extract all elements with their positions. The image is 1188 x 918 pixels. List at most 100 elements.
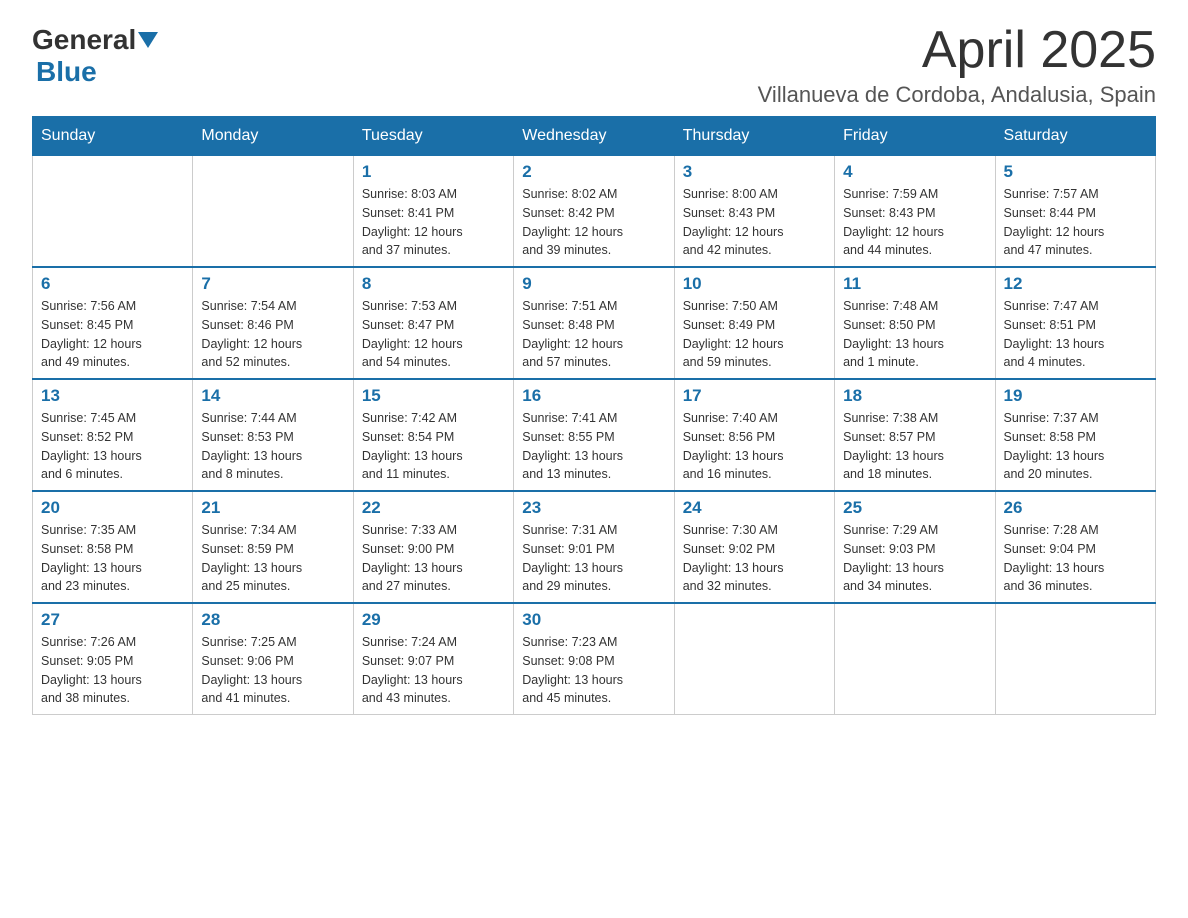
day-number: 10 [683, 274, 826, 294]
table-row: 15 Sunrise: 7:42 AM Sunset: 8:54 PM Dayli… [353, 379, 513, 491]
table-row: 14 Sunrise: 7:44 AM Sunset: 8:53 PM Dayli… [193, 379, 353, 491]
calendar-week-row: 20 Sunrise: 7:35 AM Sunset: 8:58 PM Dayli… [33, 491, 1156, 603]
table-row [674, 603, 834, 715]
day-number: 20 [41, 498, 184, 518]
page-container: General Blue April 2025 Villanueva de Co… [32, 24, 1156, 715]
day-info: Sunrise: 7:31 AM Sunset: 9:01 PM Dayligh… [522, 521, 665, 596]
day-info: Sunrise: 7:45 AM Sunset: 8:52 PM Dayligh… [41, 409, 184, 484]
table-row [995, 603, 1155, 715]
table-row: 5 Sunrise: 7:57 AM Sunset: 8:44 PM Daylig… [995, 156, 1155, 268]
calendar-week-row: 1 Sunrise: 8:03 AM Sunset: 8:41 PM Daylig… [33, 156, 1156, 268]
logo-general: General [32, 24, 136, 56]
calendar-week-row: 27Sunrise: 7:26 AM Sunset: 9:05 PM Dayli… [33, 603, 1156, 715]
table-row: 11 Sunrise: 7:48 AM Sunset: 8:50 PM Dayli… [835, 267, 995, 379]
day-number: 24 [683, 498, 826, 518]
table-row: 3 Sunrise: 8:00 AM Sunset: 8:43 PM Daylig… [674, 156, 834, 268]
calendar-header-row: Sunday Monday Tuesday Wednesday Thursday… [33, 117, 1156, 156]
table-row [193, 156, 353, 268]
day-info: Sunrise: 7:35 AM Sunset: 8:58 PM Dayligh… [41, 521, 184, 596]
table-row: 30 Sunrise: 7:23 AM Sunset: 9:08 PM Dayli… [514, 603, 674, 715]
day-number: 8 [362, 274, 505, 294]
table-row: 19 Sunrise: 7:37 AM Sunset: 8:58 PM Dayli… [995, 379, 1155, 491]
day-number: 7 [201, 274, 344, 294]
logo: General Blue [32, 24, 160, 88]
day-number: 29 [362, 610, 505, 630]
location-title: Villanueva de Cordoba, Andalusia, Spain [758, 82, 1156, 108]
table-row: 27Sunrise: 7:26 AM Sunset: 9:05 PM Dayli… [33, 603, 193, 715]
day-number: 13 [41, 386, 184, 406]
day-info: Sunrise: 7:59 AM Sunset: 8:43 PM Dayligh… [843, 185, 986, 260]
col-sunday: Sunday [33, 117, 193, 156]
table-row: 10Sunrise: 7:50 AM Sunset: 8:49 PM Dayli… [674, 267, 834, 379]
day-info: Sunrise: 7:28 AM Sunset: 9:04 PM Dayligh… [1004, 521, 1147, 596]
day-info: Sunrise: 7:38 AM Sunset: 8:57 PM Dayligh… [843, 409, 986, 484]
table-row: 25 Sunrise: 7:29 AM Sunset: 9:03 PM Dayli… [835, 491, 995, 603]
day-info: Sunrise: 7:37 AM Sunset: 8:58 PM Dayligh… [1004, 409, 1147, 484]
day-info: Sunrise: 7:51 AM Sunset: 8:48 PM Dayligh… [522, 297, 665, 372]
day-number: 22 [362, 498, 505, 518]
day-number: 5 [1004, 162, 1147, 182]
table-row: 8 Sunrise: 7:53 AM Sunset: 8:47 PM Daylig… [353, 267, 513, 379]
day-info: Sunrise: 7:29 AM Sunset: 9:03 PM Dayligh… [843, 521, 986, 596]
day-info: Sunrise: 7:44 AM Sunset: 8:53 PM Dayligh… [201, 409, 344, 484]
table-row: 6 Sunrise: 7:56 AM Sunset: 8:45 PM Daylig… [33, 267, 193, 379]
table-row: 29Sunrise: 7:24 AM Sunset: 9:07 PM Dayli… [353, 603, 513, 715]
table-row: 22 Sunrise: 7:33 AM Sunset: 9:00 PM Dayli… [353, 491, 513, 603]
calendar-week-row: 6 Sunrise: 7:56 AM Sunset: 8:45 PM Daylig… [33, 267, 1156, 379]
day-info: Sunrise: 7:26 AM Sunset: 9:05 PM Dayligh… [41, 633, 184, 708]
table-row: 12 Sunrise: 7:47 AM Sunset: 8:51 PM Dayli… [995, 267, 1155, 379]
table-row [835, 603, 995, 715]
day-info: Sunrise: 7:42 AM Sunset: 8:54 PM Dayligh… [362, 409, 505, 484]
day-info: Sunrise: 7:48 AM Sunset: 8:50 PM Dayligh… [843, 297, 986, 372]
day-info: Sunrise: 7:56 AM Sunset: 8:45 PM Dayligh… [41, 297, 184, 372]
col-thursday: Thursday [674, 117, 834, 156]
logo-arrow-icon [138, 32, 158, 48]
day-number: 21 [201, 498, 344, 518]
table-row: 1 Sunrise: 8:03 AM Sunset: 8:41 PM Daylig… [353, 156, 513, 268]
day-number: 4 [843, 162, 986, 182]
col-wednesday: Wednesday [514, 117, 674, 156]
table-row: 18 Sunrise: 7:38 AM Sunset: 8:57 PM Dayli… [835, 379, 995, 491]
day-info: Sunrise: 7:47 AM Sunset: 8:51 PM Dayligh… [1004, 297, 1147, 372]
month-title: April 2025 [758, 24, 1156, 76]
table-row: 2Sunrise: 8:02 AM Sunset: 8:42 PM Daylig… [514, 156, 674, 268]
logo-blue: Blue [36, 56, 97, 87]
day-number: 3 [683, 162, 826, 182]
day-number: 25 [843, 498, 986, 518]
day-number: 26 [1004, 498, 1147, 518]
header: General Blue April 2025 Villanueva de Co… [32, 24, 1156, 108]
day-info: Sunrise: 7:40 AM Sunset: 8:56 PM Dayligh… [683, 409, 826, 484]
day-number: 1 [362, 162, 505, 182]
table-row: 26 Sunrise: 7:28 AM Sunset: 9:04 PM Dayli… [995, 491, 1155, 603]
title-section: April 2025 Villanueva de Cordoba, Andalu… [758, 24, 1156, 108]
day-number: 6 [41, 274, 184, 294]
day-info: Sunrise: 7:33 AM Sunset: 9:00 PM Dayligh… [362, 521, 505, 596]
day-number: 28 [201, 610, 344, 630]
day-info: Sunrise: 7:57 AM Sunset: 8:44 PM Dayligh… [1004, 185, 1147, 260]
day-number: 17 [683, 386, 826, 406]
day-number: 2 [522, 162, 665, 182]
day-info: Sunrise: 7:25 AM Sunset: 9:06 PM Dayligh… [201, 633, 344, 708]
day-number: 11 [843, 274, 986, 294]
table-row: 20 Sunrise: 7:35 AM Sunset: 8:58 PM Dayli… [33, 491, 193, 603]
day-number: 9 [522, 274, 665, 294]
day-info: Sunrise: 7:54 AM Sunset: 8:46 PM Dayligh… [201, 297, 344, 372]
day-info: Sunrise: 8:00 AM Sunset: 8:43 PM Dayligh… [683, 185, 826, 260]
day-info: Sunrise: 7:34 AM Sunset: 8:59 PM Dayligh… [201, 521, 344, 596]
col-saturday: Saturday [995, 117, 1155, 156]
day-info: Sunrise: 7:53 AM Sunset: 8:47 PM Dayligh… [362, 297, 505, 372]
table-row: 23Sunrise: 7:31 AM Sunset: 9:01 PM Dayli… [514, 491, 674, 603]
day-number: 18 [843, 386, 986, 406]
day-number: 14 [201, 386, 344, 406]
col-friday: Friday [835, 117, 995, 156]
table-row: 16Sunrise: 7:41 AM Sunset: 8:55 PM Dayli… [514, 379, 674, 491]
day-number: 30 [522, 610, 665, 630]
day-number: 15 [362, 386, 505, 406]
day-info: Sunrise: 8:03 AM Sunset: 8:41 PM Dayligh… [362, 185, 505, 260]
table-row: 28 Sunrise: 7:25 AM Sunset: 9:06 PM Dayli… [193, 603, 353, 715]
day-number: 12 [1004, 274, 1147, 294]
table-row [33, 156, 193, 268]
day-info: Sunrise: 7:23 AM Sunset: 9:08 PM Dayligh… [522, 633, 665, 708]
table-row: 17 Sunrise: 7:40 AM Sunset: 8:56 PM Dayli… [674, 379, 834, 491]
day-number: 19 [1004, 386, 1147, 406]
